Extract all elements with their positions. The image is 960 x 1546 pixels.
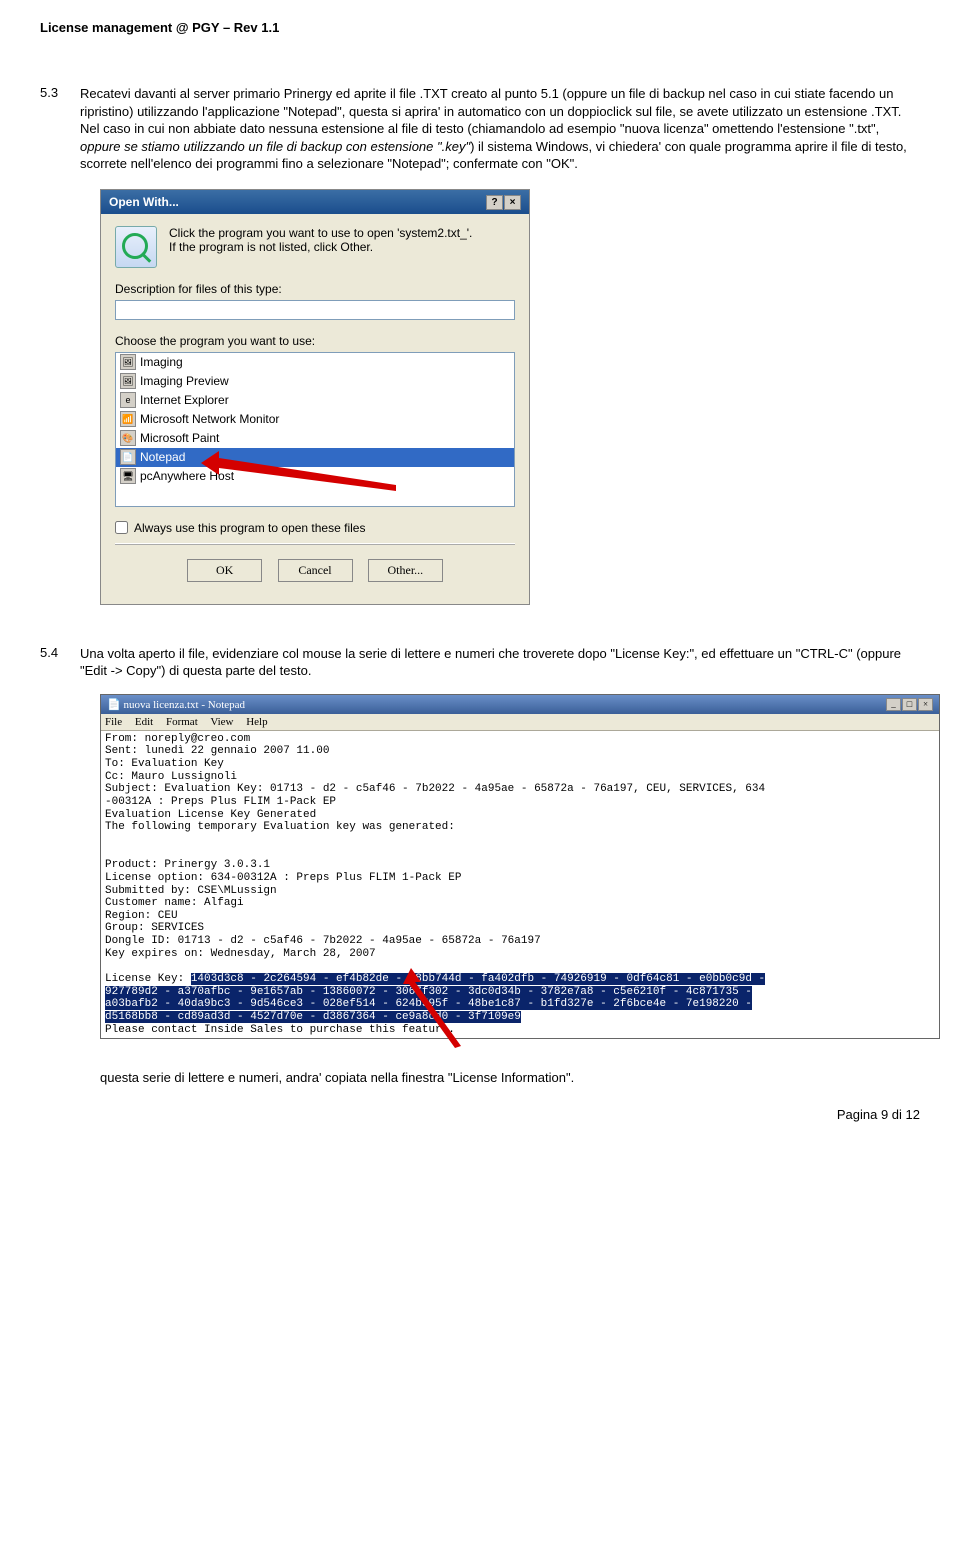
titlebar-buttons: ?× xyxy=(485,194,521,210)
app-icon: 🖥 xyxy=(120,468,136,484)
dialog-prompt-line2: If the program is not listed, click Othe… xyxy=(169,240,472,254)
always-use-row[interactable]: Always use this program to open these fi… xyxy=(115,521,515,535)
sec53-text-a: Recatevi davanti al server primario Prin… xyxy=(80,86,901,136)
list-item-netmon[interactable]: 📶 Microsoft Network Monitor xyxy=(116,410,514,429)
close-icon[interactable]: × xyxy=(504,195,521,210)
separator xyxy=(115,543,515,545)
section-number: 5.3 xyxy=(40,85,80,173)
list-item-ie[interactable]: e Internet Explorer xyxy=(116,391,514,410)
list-label: Imaging xyxy=(140,355,183,369)
always-use-checkbox[interactable] xyxy=(115,521,128,534)
list-label: Internet Explorer xyxy=(140,393,229,407)
window-controls: _□× xyxy=(885,698,933,711)
program-listbox[interactable]: 🖼 Imaging 🖼 Imaging Preview e Internet Expl… xyxy=(115,352,515,507)
notepad-title: nuova licenza.txt - Notepad xyxy=(123,699,245,711)
help-icon[interactable]: ? xyxy=(486,195,503,210)
other-button[interactable]: Other... xyxy=(368,559,443,582)
minimize-icon[interactable]: _ xyxy=(886,698,901,711)
dialog-title: Open With... xyxy=(109,195,179,209)
section-number: 5.4 xyxy=(40,645,80,680)
ok-button[interactable]: OK xyxy=(187,559,262,582)
app-icon: 🖼 xyxy=(120,354,136,370)
menu-format[interactable]: Format xyxy=(166,716,198,728)
app-icon: 🖼 xyxy=(120,373,136,389)
section-body: Una volta aperto il file, evidenziare co… xyxy=(80,645,920,680)
dialog-prompt-line1: Click the program you want to use to ope… xyxy=(169,226,472,240)
app-icon: 📶 xyxy=(120,411,136,427)
list-item-notepad[interactable]: 📄 Notepad xyxy=(116,448,514,467)
list-label: Microsoft Network Monitor xyxy=(140,412,279,426)
close-icon[interactable]: × xyxy=(918,698,933,711)
menu-file[interactable]: File xyxy=(105,716,122,728)
list-item-imaging[interactable]: 🖼 Imaging xyxy=(116,353,514,372)
menu-edit[interactable]: Edit xyxy=(135,716,153,728)
description-label: Description for files of this type: xyxy=(115,282,515,296)
always-use-label: Always use this program to open these fi… xyxy=(134,521,365,535)
notepad-content[interactable]: From: noreply@creo.com Sent: lunedì 22 g… xyxy=(101,731,939,1038)
maximize-icon[interactable]: □ xyxy=(902,698,917,711)
section-body: Recatevi davanti al server primario Prin… xyxy=(80,85,920,173)
list-label: Microsoft Paint xyxy=(140,431,219,445)
footer-text: questa serie di lettere e numeri, andra'… xyxy=(100,1069,880,1087)
cancel-button[interactable]: Cancel xyxy=(278,559,353,582)
description-input[interactable] xyxy=(115,300,515,320)
section-5-3: 5.3 Recatevi davanti al server primario … xyxy=(40,85,920,173)
dialog-titlebar: Open With... ?× xyxy=(101,190,529,214)
notepad-app-icon: 📄 xyxy=(107,699,123,711)
button-row: OK Cancel Other... xyxy=(115,553,515,592)
open-with-dialog: Open With... ?× Click the program you wa… xyxy=(100,189,530,605)
list-item-paint[interactable]: 🎨 Microsoft Paint xyxy=(116,429,514,448)
menu-view[interactable]: View xyxy=(210,716,233,728)
notepad-titlebar: 📄 nuova licenza.txt - Notepad _□× xyxy=(101,695,939,714)
list-label: Notepad xyxy=(140,450,185,464)
section-5-4: 5.4 Una volta aperto il file, evidenziar… xyxy=(40,645,920,680)
notepad-window: 📄 nuova licenza.txt - Notepad _□× File E… xyxy=(100,694,940,1039)
sec53-text-italic: oppure se stiamo utilizzando un file di … xyxy=(80,139,470,154)
app-icon: 🎨 xyxy=(120,430,136,446)
app-icon: e xyxy=(120,392,136,408)
list-label: Imaging Preview xyxy=(140,374,229,388)
dialog-prompt: Click the program you want to use to ope… xyxy=(169,226,472,254)
list-item-imaging-preview[interactable]: 🖼 Imaging Preview xyxy=(116,372,514,391)
page-number: Pagina 9 di 12 xyxy=(40,1107,920,1122)
app-icon: 📄 xyxy=(120,449,136,465)
menu-help[interactable]: Help xyxy=(246,716,267,728)
list-label: pcAnywhere Host xyxy=(140,469,234,483)
page-header: License management @ PGY – Rev 1.1 xyxy=(40,20,920,35)
choose-label: Choose the program you want to use: xyxy=(115,334,515,348)
magnifier-icon xyxy=(115,226,157,268)
notepad-menu[interactable]: File Edit Format View Help xyxy=(101,714,939,731)
list-item-pcanywhere[interactable]: 🖥 pcAnywhere Host xyxy=(116,467,514,486)
